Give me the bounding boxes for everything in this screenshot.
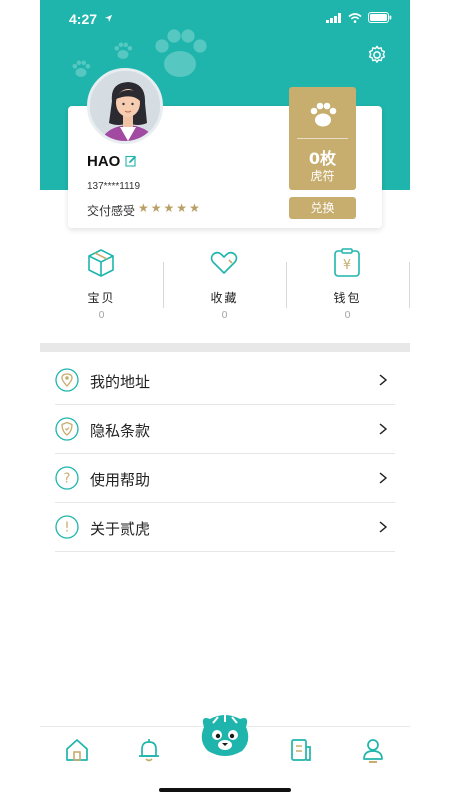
menu-item-help[interactable]: ? 使用帮助 bbox=[55, 454, 395, 503]
settings-gear-icon[interactable] bbox=[366, 44, 388, 66]
star-icon: ★ bbox=[176, 201, 188, 215]
coin-unit: 虎符 bbox=[310, 169, 335, 183]
shield-icon bbox=[55, 417, 79, 441]
screen: 4:27 HAO 137****1119 交付感受 ★ ★ ★ ★ ★ 0枚 虎… bbox=[40, 0, 410, 800]
status-icons bbox=[326, 12, 392, 23]
rating-stars: ★ ★ ★ ★ ★ bbox=[138, 201, 200, 215]
menu-item-about[interactable]: ! 关于贰虎 bbox=[55, 503, 395, 552]
status-bar: 4:27 bbox=[40, 0, 410, 40]
battery-icon bbox=[368, 12, 392, 23]
box-icon bbox=[88, 249, 114, 277]
location-icon bbox=[55, 368, 79, 392]
svg-text:?: ? bbox=[64, 472, 71, 487]
menu-item-label: 关于贰虎 bbox=[90, 520, 151, 538]
paw-decoration-icon bbox=[72, 60, 91, 77]
quick-item-favorites[interactable]: 收藏 0 bbox=[163, 240, 286, 330]
signal-icon bbox=[326, 12, 341, 23]
chevron-right-icon bbox=[379, 521, 388, 533]
quick-divider bbox=[409, 262, 410, 308]
rating-label: 交付感受 bbox=[87, 204, 136, 218]
chevron-right-icon bbox=[379, 423, 388, 435]
chevron-right-icon bbox=[379, 472, 388, 484]
quick-item-baby[interactable]: 宝贝 0 bbox=[40, 240, 163, 330]
star-icon: ★ bbox=[163, 201, 175, 215]
menu-item-label: 隐私条款 bbox=[90, 422, 151, 440]
star-icon: ★ bbox=[189, 201, 200, 215]
quick-item-label: 收藏 bbox=[210, 291, 239, 305]
home-icon[interactable] bbox=[64, 737, 90, 763]
settings-menu: 我的地址 隐私条款 ? 使用帮助 ! 关于贰虎 bbox=[55, 356, 395, 552]
user-name: HAO bbox=[87, 153, 121, 170]
wallet-icon: ¥ bbox=[334, 248, 360, 277]
exchange-button[interactable]: 兑换 bbox=[289, 197, 356, 219]
coin-divider bbox=[297, 138, 348, 139]
tiger-icon[interactable] bbox=[198, 713, 252, 759]
paw-decoration-icon bbox=[114, 42, 133, 59]
quick-actions: 宝贝 0 收藏 0 ¥ 钱包 0 bbox=[40, 240, 410, 330]
chevron-right-icon bbox=[379, 374, 388, 386]
star-icon: ★ bbox=[150, 201, 162, 215]
avatar[interactable] bbox=[87, 68, 163, 144]
menu-item-privacy[interactable]: 隐私条款 bbox=[55, 405, 395, 454]
help-icon: ? bbox=[55, 466, 79, 490]
star-icon: ★ bbox=[138, 201, 149, 215]
coin-count: 0枚 bbox=[308, 149, 337, 168]
paw-decoration-icon bbox=[155, 29, 207, 77]
wifi-icon bbox=[348, 12, 362, 23]
quick-item-label: 钱包 bbox=[333, 291, 362, 305]
home-indicator bbox=[159, 788, 291, 792]
quick-item-label: 宝贝 bbox=[87, 291, 116, 305]
profile-icon[interactable] bbox=[360, 737, 386, 763]
paw-icon bbox=[310, 102, 337, 127]
quick-item-count: 0 bbox=[221, 310, 228, 321]
quick-item-count: 0 bbox=[98, 310, 105, 321]
edit-icon[interactable] bbox=[125, 155, 137, 167]
menu-item-address[interactable]: 我的地址 bbox=[55, 356, 395, 405]
info-icon: ! bbox=[55, 515, 79, 539]
quick-item-wallet[interactable]: ¥ 钱包 0 bbox=[286, 240, 409, 330]
status-time: 4:27 bbox=[69, 11, 98, 27]
menu-item-label: 使用帮助 bbox=[90, 471, 151, 489]
coin-balance: 0枚 虎符 bbox=[289, 87, 356, 190]
heart-icon bbox=[210, 251, 238, 274]
user-phone: 137****1119 bbox=[87, 181, 141, 192]
quick-item-count: 0 bbox=[344, 310, 351, 321]
bell-icon[interactable] bbox=[136, 737, 162, 763]
svg-text:¥: ¥ bbox=[343, 258, 351, 273]
menu-item-label: 我的地址 bbox=[90, 373, 151, 391]
svg-text:!: ! bbox=[64, 521, 69, 536]
location-arrow-icon bbox=[104, 14, 113, 23]
orders-icon[interactable] bbox=[288, 737, 314, 763]
section-divider bbox=[40, 343, 410, 352]
